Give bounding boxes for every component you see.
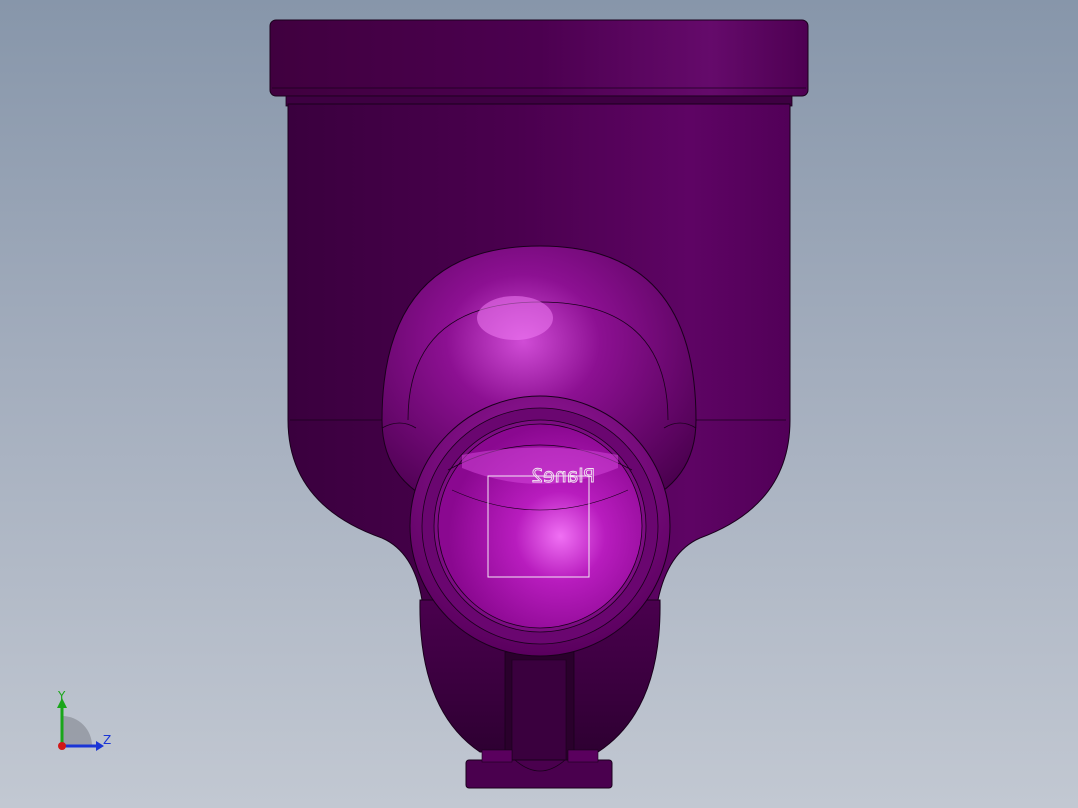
top-rim[interactable] xyxy=(269,19,809,107)
triad-y-label: Y xyxy=(57,689,66,703)
model-view[interactable]: Plane2 Y Z xyxy=(0,0,1078,808)
triad-x-axis xyxy=(58,742,66,750)
orientation-triad: Y Z xyxy=(57,689,111,751)
triad-z-label: Z xyxy=(103,733,111,747)
inlet-port[interactable] xyxy=(409,395,671,657)
plane-label: Plane2 xyxy=(531,465,595,487)
graphics-area[interactable]: Plane2 Y Z xyxy=(0,0,1078,808)
